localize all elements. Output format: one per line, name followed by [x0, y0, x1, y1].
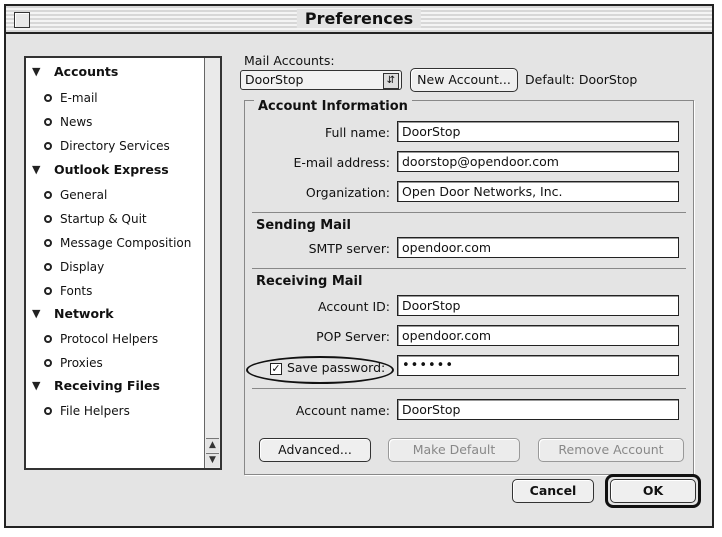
sidebar-item-file-helpers[interactable]: File Helpers	[44, 404, 130, 418]
category-label: Receiving Files	[54, 378, 160, 393]
remove-account-button[interactable]: Remove Account	[538, 438, 684, 462]
sidebar-item-label: File Helpers	[60, 404, 130, 418]
bullet-icon	[44, 359, 52, 367]
bullet-icon	[44, 118, 52, 126]
sidebar-item-label: Proxies	[60, 356, 103, 370]
sidebar-scrollbar[interactable]: ▲ ▼	[204, 58, 220, 468]
mail-account-select[interactable]: DoorStop ⇵	[240, 70, 402, 90]
category-list: ▼ Accounts E-mail News Directory Service…	[26, 58, 204, 468]
bullet-icon	[44, 94, 52, 102]
account-name-field[interactable]: DoorStop	[397, 399, 679, 420]
receiving-mail-heading: Receiving Mail	[256, 274, 363, 289]
smtp-server-label: SMTP server:	[308, 241, 390, 256]
category-label: Network	[54, 306, 114, 321]
sidebar-item-directory-services[interactable]: Directory Services	[44, 139, 170, 153]
sidebar-item-display[interactable]: Display	[44, 260, 104, 274]
mail-account-selected: DoorStop	[245, 72, 304, 87]
category-label: Accounts	[54, 64, 119, 79]
divider	[252, 388, 686, 389]
close-box[interactable]	[14, 12, 30, 28]
bullet-icon	[44, 239, 52, 247]
save-password-label: Save password:	[287, 360, 386, 375]
sidebar-item-label: Fonts	[60, 284, 93, 298]
sidebar-item-protocol-helpers[interactable]: Protocol Helpers	[44, 332, 158, 346]
pop-server-field[interactable]: opendoor.com	[397, 325, 679, 346]
sidebar-item-label: General	[60, 188, 108, 202]
category-receiving-files[interactable]: ▼ Receiving Files	[32, 378, 160, 393]
organization-label: Organization:	[305, 185, 390, 200]
bullet-icon	[44, 191, 52, 199]
sidebar-item-label: Startup & Quit	[60, 212, 147, 226]
cancel-button[interactable]: Cancel	[512, 479, 594, 503]
divider	[252, 268, 686, 269]
sidebar-item-message-composition[interactable]: Message Composition	[44, 236, 191, 250]
sidebar-item-news[interactable]: News	[44, 115, 92, 129]
disclosure-triangle-icon[interactable]: ▼	[32, 65, 48, 78]
account-name-label: Account name:	[295, 403, 390, 418]
bullet-icon	[44, 407, 52, 415]
divider	[252, 212, 686, 213]
default-account-label: Default: DoorStop	[525, 72, 638, 87]
window-title: Preferences	[296, 9, 422, 28]
category-label: Outlook Express	[54, 162, 169, 177]
category-accounts[interactable]: ▼ Accounts	[32, 64, 118, 79]
make-default-button[interactable]: Make Default	[388, 438, 520, 462]
ok-button[interactable]: OK	[610, 479, 696, 503]
category-network[interactable]: ▼ Network	[32, 306, 114, 321]
full-name-label: Full name:	[324, 125, 390, 140]
bullet-icon	[44, 263, 52, 271]
full-name-field[interactable]: DoorStop	[397, 121, 679, 142]
sidebar-item-proxies[interactable]: Proxies	[44, 356, 103, 370]
account-id-field[interactable]: DoorStop	[397, 295, 679, 316]
disclosure-triangle-icon[interactable]: ▼	[32, 379, 48, 392]
pop-server-label: POP Server:	[316, 329, 390, 344]
mail-accounts-label: Mail Accounts:	[244, 53, 335, 68]
sending-mail-heading: Sending Mail	[256, 218, 351, 233]
bullet-icon	[44, 142, 52, 150]
bullet-icon	[44, 335, 52, 343]
sidebar-item-fonts[interactable]: Fonts	[44, 284, 92, 298]
sidebar-item-label: Display	[60, 260, 105, 274]
sidebar-item-general[interactable]: General	[44, 188, 107, 202]
email-address-label: E-mail address:	[293, 155, 390, 170]
title-bar[interactable]: Preferences	[6, 6, 712, 34]
account-id-label: Account ID:	[318, 299, 390, 314]
sidebar-item-label: News	[60, 115, 93, 129]
sidebar-item-label: Message Composition	[60, 236, 192, 250]
sidebar-item-label: E-mail	[60, 91, 98, 105]
email-address-field[interactable]: doorstop@opendoor.com	[397, 151, 679, 172]
organization-field[interactable]: Open Door Networks, Inc.	[397, 181, 679, 202]
bullet-icon	[44, 287, 52, 295]
sidebar-item-startup-quit[interactable]: Startup & Quit	[44, 212, 147, 226]
save-password-checkbox[interactable]: ✓	[270, 363, 282, 375]
scroll-down-icon[interactable]: ▼	[206, 453, 219, 467]
sidebar-item-label: Protocol Helpers	[60, 332, 159, 346]
updown-arrow-icon: ⇵	[383, 73, 399, 89]
sidebar-item-email[interactable]: E-mail	[44, 91, 98, 105]
password-field[interactable]: ••••••	[397, 355, 679, 376]
account-information-title: Account Information	[254, 99, 412, 114]
preferences-sidebar: ▼ Accounts E-mail News Directory Service…	[24, 56, 222, 470]
sidebar-item-label: Directory Services	[60, 139, 170, 153]
advanced-button[interactable]: Advanced...	[259, 438, 371, 462]
scroll-up-icon[interactable]: ▲	[206, 438, 219, 452]
bullet-icon	[44, 215, 52, 223]
smtp-server-field[interactable]: opendoor.com	[397, 237, 679, 258]
category-outlook-express[interactable]: ▼ Outlook Express	[32, 162, 169, 177]
disclosure-triangle-icon[interactable]: ▼	[32, 163, 48, 176]
disclosure-triangle-icon[interactable]: ▼	[32, 307, 48, 320]
new-account-button[interactable]: New Account...	[410, 68, 518, 92]
